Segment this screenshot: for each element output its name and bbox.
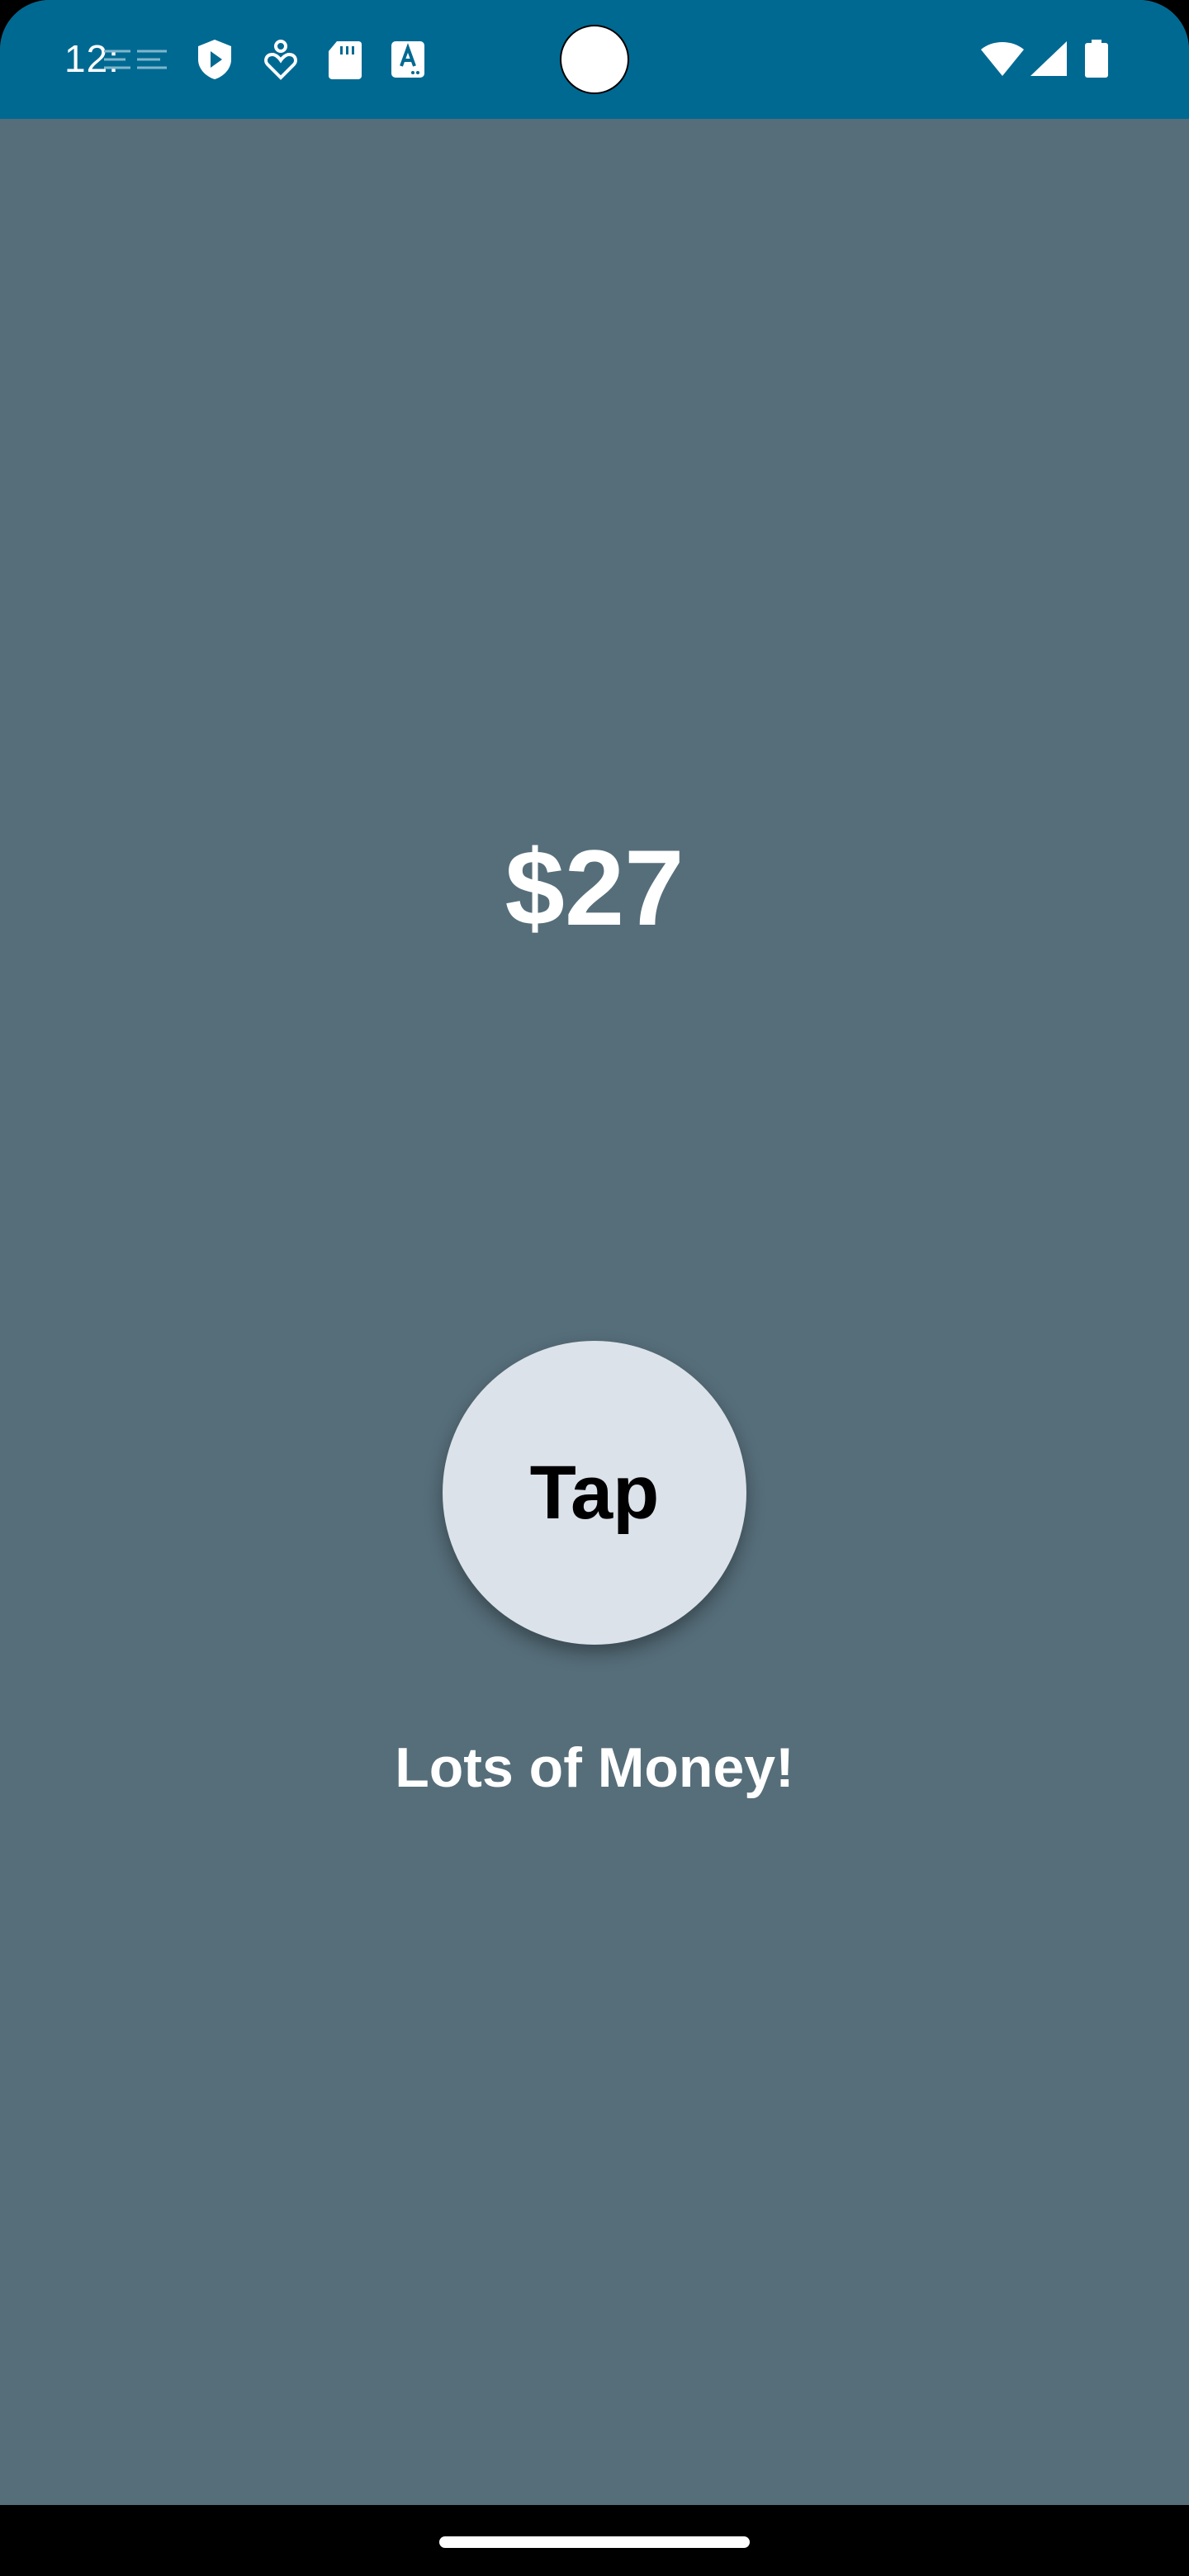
play-shield-icon [198, 40, 231, 79]
money-amount: $27 [504, 827, 685, 948]
tap-button[interactable]: Tap [443, 1341, 746, 1645]
status-message: Lots of Money! [395, 1736, 794, 1799]
notification-dots-icon [104, 50, 167, 69]
text-a-icon [391, 41, 424, 78]
tap-button-label: Tap [529, 1450, 660, 1535]
sd-card-icon [329, 41, 362, 79]
camera-cutout [560, 25, 629, 94]
battery-icon [1085, 40, 1108, 78]
health-icon [264, 40, 297, 80]
status-bar: 12: [0, 0, 1189, 119]
home-gesture-handle[interactable] [439, 2536, 750, 2548]
app-screen: 12: $27 Tap Lots of Money! [0, 0, 1189, 2576]
wifi-icon [981, 42, 1024, 76]
signal-icon [1030, 41, 1067, 76]
